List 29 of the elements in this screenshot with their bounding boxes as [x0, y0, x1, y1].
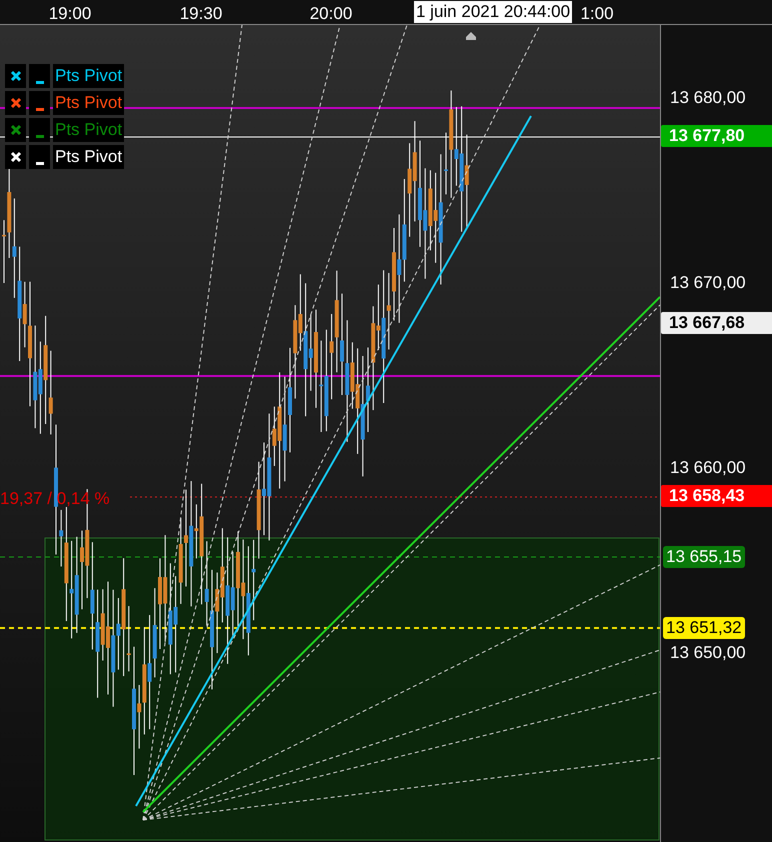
- indicator-label[interactable]: Pts Pivot: [53, 145, 124, 169]
- time-label: 19:30: [180, 4, 222, 24]
- price-marker: 13 658,43: [661, 485, 772, 507]
- close-icon: [8, 123, 22, 137]
- price-label: 13 670,00: [670, 273, 746, 293]
- indicator-label[interactable]: Pts Pivot: [53, 91, 124, 115]
- line-style-button[interactable]: [29, 145, 50, 169]
- time-label: 20:00: [310, 4, 352, 24]
- close-icon: [8, 96, 22, 110]
- close-button[interactable]: [5, 64, 26, 88]
- price-label: 13 660,00: [670, 458, 746, 478]
- time-label: 19:00: [48, 4, 92, 24]
- level-marker: 13 651,32: [663, 617, 745, 639]
- price-label: 13 650,00: [670, 643, 746, 663]
- level-marker: 13 655,15: [663, 546, 745, 568]
- line-style-button[interactable]: [29, 91, 50, 115]
- indicator-label[interactable]: Pts Pivot: [53, 118, 124, 142]
- price-marker: 13 667,68: [661, 312, 772, 334]
- crosshair-time-label: 1 juin 2021 20:44:00: [414, 1, 572, 23]
- time-label: 1:00: [580, 4, 614, 24]
- close-icon: [8, 69, 22, 83]
- cursor-marker-icon: [466, 32, 476, 40]
- line-style-button[interactable]: [29, 64, 50, 88]
- price-label: 13 680,00: [670, 88, 746, 108]
- indicator-label[interactable]: Pts Pivot: [53, 64, 124, 88]
- price-marker: 13 677,80: [661, 125, 772, 147]
- close-icon: [8, 150, 22, 164]
- close-button[interactable]: [5, 91, 26, 115]
- close-button[interactable]: [5, 145, 26, 169]
